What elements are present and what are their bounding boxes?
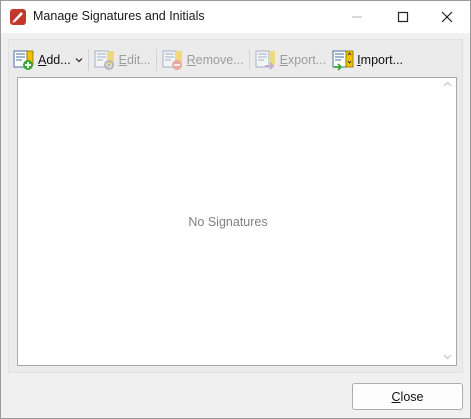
toolbar-divider (87, 49, 89, 71)
minimize-icon (352, 16, 362, 18)
empty-state-text: No Signatures (188, 215, 268, 229)
close-window-button[interactable] (424, 1, 470, 33)
app-logo-icon (10, 9, 26, 25)
chevron-down-icon[interactable] (75, 56, 83, 64)
add-label: dd... (46, 53, 71, 67)
signature-export-icon (255, 50, 275, 70)
toolbar-divider (248, 49, 250, 71)
signatures-list[interactable]: No Signatures (17, 77, 457, 366)
edit-mnemonic: E (118, 53, 128, 67)
manage-signatures-dialog: Manage Signatures and Initials Add... Ed… (0, 0, 471, 419)
close-icon (441, 11, 453, 23)
export-signature-button[interactable]: Export... (252, 47, 330, 73)
title-bar: Manage Signatures and Initials (1, 1, 470, 33)
export-label: xport... (287, 53, 327, 67)
scroll-down-icon[interactable] (443, 354, 452, 360)
maximize-button[interactable] (380, 1, 426, 33)
minimize-button[interactable] (334, 1, 380, 33)
signature-add-icon (13, 50, 34, 70)
signatures-toolbar: Add... Edit... Remove... Export... Impor… (10, 45, 461, 75)
toolbar-divider (155, 49, 157, 71)
import-signature-button[interactable]: Import... (329, 47, 406, 73)
remove-label: emove... (195, 53, 244, 67)
close-button[interactable]: Close (352, 383, 463, 410)
export-mnemonic: E (279, 53, 288, 67)
scroll-up-icon[interactable] (443, 81, 452, 87)
import-label: mport... (360, 53, 404, 67)
close-label: lose (400, 389, 424, 404)
close-mnemonic: C (391, 389, 401, 404)
remove-mnemonic: R (186, 53, 196, 67)
signature-remove-icon (162, 50, 182, 70)
maximize-icon (397, 11, 409, 23)
add-signature-button[interactable]: Add... (10, 47, 86, 73)
vertical-scrollbar[interactable] (439, 78, 456, 365)
signature-edit-icon (94, 50, 114, 70)
edit-label: dit... (127, 53, 151, 67)
remove-signature-button[interactable]: Remove... (159, 47, 247, 73)
edit-signature-button[interactable]: Edit... (91, 47, 154, 73)
dialog-title: Manage Signatures and Initials (33, 9, 205, 23)
signature-import-icon (332, 50, 354, 71)
